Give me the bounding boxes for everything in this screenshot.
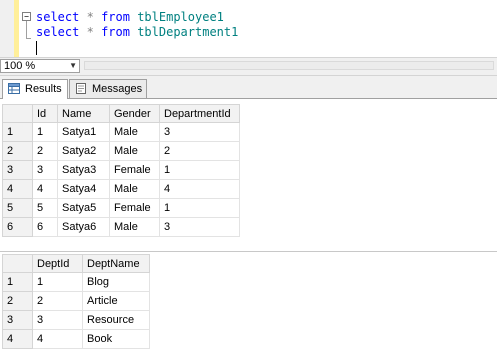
outline-end	[26, 38, 31, 39]
grid-cell[interactable]: 3	[32, 160, 58, 180]
grid-cell[interactable]: 1	[159, 198, 240, 218]
zoom-select[interactable]: 100 % ▼	[0, 59, 80, 73]
column-header[interactable]: DeptName	[82, 254, 150, 273]
grid-cell[interactable]: Male	[109, 141, 160, 161]
table-row: 2 2 Article	[2, 291, 150, 311]
table-row: 1 1 Satya1 Male 3	[2, 122, 240, 142]
grid-header-row: DeptId DeptName	[2, 254, 150, 273]
results-tabs: Results Messages	[0, 76, 497, 99]
table-row: 5 5 Satya5 Female 1	[2, 198, 240, 218]
row-number[interactable]: 2	[2, 291, 33, 311]
grid-cell[interactable]: Female	[109, 160, 160, 180]
grid-corner[interactable]	[2, 104, 33, 123]
table-row: 3 3 Satya3 Female 1	[2, 160, 240, 180]
grid-cell[interactable]: 6	[32, 217, 58, 237]
star-operator: *	[86, 25, 94, 39]
employee-results-grid: Id Name Gender DepartmentId 1 1 Satya1 M…	[2, 104, 240, 237]
column-header[interactable]: Id	[32, 104, 58, 123]
column-header[interactable]: DeptId	[32, 254, 83, 273]
table-row: 3 3 Resource	[2, 310, 150, 330]
column-header[interactable]: Gender	[109, 104, 160, 123]
grid-icon	[8, 83, 20, 94]
keyword-select: select	[36, 25, 80, 39]
keyword-from: from	[101, 25, 130, 39]
grid-cell[interactable]: Male	[109, 122, 160, 142]
grid-cell[interactable]: 1	[159, 160, 240, 180]
table-row: 1 1 Blog	[2, 272, 150, 292]
code-line-1: select * from tblEmployee1	[36, 10, 238, 25]
grid-cell[interactable]: Resource	[82, 310, 150, 330]
change-tracking-bar	[14, 0, 19, 57]
column-header[interactable]: DepartmentId	[159, 104, 240, 123]
editor-margin	[0, 0, 14, 57]
table-name: tblDepartment1	[137, 25, 239, 39]
grid-cell[interactable]: Blog	[82, 272, 150, 292]
star-operator: *	[86, 10, 94, 24]
grid-cell[interactable]: 2	[32, 141, 58, 161]
keyword-select: select	[36, 10, 80, 24]
grid-cell[interactable]: Article	[82, 291, 150, 311]
editor-status-strip: 100 % ▼	[0, 57, 497, 76]
collapse-icon[interactable]: −	[22, 12, 31, 21]
row-number[interactable]: 6	[2, 217, 33, 237]
grid-cell[interactable]: Book	[82, 329, 150, 349]
row-number[interactable]: 1	[2, 272, 33, 292]
text-caret	[36, 41, 37, 55]
grid-cell[interactable]: 2	[32, 291, 83, 311]
tab-messages[interactable]: Messages	[69, 79, 147, 98]
grid-cell[interactable]: 3	[159, 122, 240, 142]
result-set-splitter[interactable]	[0, 251, 497, 252]
grid-cell[interactable]: Satya1	[57, 122, 110, 142]
grid-cell[interactable]: Satya5	[57, 198, 110, 218]
outline-line	[26, 21, 27, 39]
row-number[interactable]: 4	[2, 329, 33, 349]
row-number[interactable]: 3	[2, 310, 33, 330]
grid-header-row: Id Name Gender DepartmentId	[2, 104, 240, 123]
grid-cell[interactable]: Satya6	[57, 217, 110, 237]
table-name: tblEmployee1	[137, 10, 224, 24]
zoom-value: 100 %	[4, 60, 36, 72]
grid-cell[interactable]: Male	[109, 179, 160, 199]
grid-cell[interactable]: 1	[32, 272, 83, 292]
messages-icon	[76, 83, 86, 94]
grid-cell[interactable]: 4	[32, 329, 83, 349]
query-editor[interactable]: − select * from tblEmployee1 select * fro…	[0, 0, 497, 57]
code-line-2: select * from tblDepartment1	[36, 25, 238, 40]
grid-cell[interactable]: Male	[109, 217, 160, 237]
tab-results[interactable]: Results	[2, 79, 68, 99]
grid-cell[interactable]: 4	[159, 179, 240, 199]
row-number[interactable]: 4	[2, 179, 33, 199]
table-row: 4 4 Satya4 Male 4	[2, 179, 240, 199]
grid-cell[interactable]: 5	[32, 198, 58, 218]
grid-cell[interactable]: Satya3	[57, 160, 110, 180]
grid-cell[interactable]: Satya4	[57, 179, 110, 199]
table-row: 2 2 Satya2 Male 2	[2, 141, 240, 161]
tab-messages-label: Messages	[92, 83, 143, 95]
grid-cell[interactable]: 1	[32, 122, 58, 142]
row-number[interactable]: 2	[2, 141, 33, 161]
row-number[interactable]: 5	[2, 198, 33, 218]
table-row: 6 6 Satya6 Male 3	[2, 217, 240, 237]
row-number[interactable]: 1	[2, 122, 33, 142]
grid-cell[interactable]: Female	[109, 198, 160, 218]
grid-cell[interactable]: 3	[32, 310, 83, 330]
sql-code[interactable]: select * from tblEmployee1 select * from …	[36, 10, 238, 40]
tab-results-label: Results	[25, 83, 62, 95]
keyword-from: from	[101, 10, 130, 24]
horizontal-scrollbar[interactable]	[84, 61, 494, 70]
column-header[interactable]: Name	[57, 104, 110, 123]
table-row: 4 4 Book	[2, 329, 150, 349]
grid-cell[interactable]: 2	[159, 141, 240, 161]
department-results-grid: DeptId DeptName 1 1 Blog 2 2 Article 3 3…	[2, 254, 150, 349]
dropdown-arrow-icon[interactable]: ▼	[69, 60, 77, 72]
grid-corner[interactable]	[2, 254, 33, 273]
grid-cell[interactable]: 3	[159, 217, 240, 237]
row-number[interactable]: 3	[2, 160, 33, 180]
grid-cell[interactable]: Satya2	[57, 141, 110, 161]
grid-cell[interactable]: 4	[32, 179, 58, 199]
results-pane: Id Name Gender DepartmentId 1 1 Satya1 M…	[0, 99, 497, 354]
